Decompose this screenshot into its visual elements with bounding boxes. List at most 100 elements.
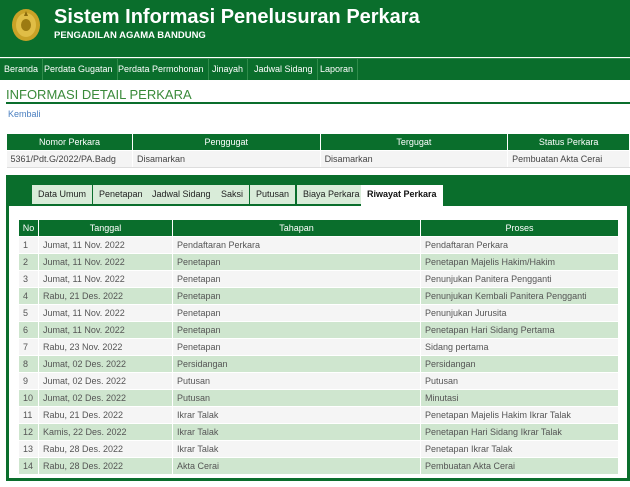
history-date: Jumat, 11 Nov. 2022 — [38, 270, 173, 288]
history-number: 5 — [18, 304, 39, 322]
history-stage: Penetapan — [172, 321, 421, 339]
history-process: Penetapan Hari Sidang Ikrar Talak — [420, 423, 619, 441]
history-stage: Putusan — [172, 372, 421, 390]
case-number: 5361/Pdt.G/2022/PA.Badg — [6, 150, 133, 168]
history-header-row: No Tanggal Tahapan Proses — [18, 219, 619, 237]
site-title: Sistem Informasi Penelusuran Perkara — [54, 6, 420, 28]
summary-row: 5361/Pdt.G/2022/PA.Badg Disamarkan Disam… — [6, 150, 630, 168]
table-row: 4 Rabu, 21 Des. 2022 Penetapan Penunjukan K… — [18, 287, 619, 305]
history-table: No Tanggal Tahapan Proses 1 Jumat, 11 Nov… — [18, 219, 619, 475]
history-number: 2 — [18, 253, 39, 271]
tab-jadwal-sidang[interactable]: Jadwal Sidang — [146, 185, 218, 204]
history-process: Penunjukan Panitera Pengganti — [420, 270, 619, 288]
nav-item-beranda[interactable]: Beranda — [0, 59, 44, 80]
table-row: 11 Rabu, 21 Des. 2022 Ikrar Talak Penetapan… — [18, 406, 619, 424]
history-date: Jumat, 11 Nov. 2022 — [38, 304, 173, 322]
header-tanggal: Tanggal — [38, 219, 173, 237]
table-row: 13 Rabu, 28 Des. 2022 Ikrar Talak Penetapan… — [18, 440, 619, 458]
history-number: 7 — [18, 338, 39, 356]
history-stage: Akta Cerai — [172, 457, 421, 475]
tab-putusan[interactable]: Putusan — [250, 185, 297, 204]
case-status: Pembuatan Akta Cerai — [507, 150, 630, 168]
header-tergugat: Tergugat — [319, 133, 509, 151]
page-title: INFORMASI DETAIL PERKARA — [6, 87, 192, 102]
court-emblem-icon — [12, 9, 40, 41]
history-date: Jumat, 02 Des. 2022 — [38, 389, 173, 407]
header-proses: Proses — [420, 219, 619, 237]
tab-saksi[interactable]: Saksi — [215, 185, 251, 204]
history-stage: Penetapan — [172, 338, 421, 356]
history-stage: Penetapan — [172, 287, 421, 305]
history-date: Rabu, 21 Des. 2022 — [38, 406, 173, 424]
site-header: Sistem Informasi Penelusuran Perkara PEN… — [0, 0, 630, 57]
table-row: 10 Jumat, 02 Des. 2022 Putusan Minutasi — [18, 389, 619, 407]
history-number: 1 — [18, 236, 39, 254]
history-date: Jumat, 11 Nov. 2022 — [38, 321, 173, 339]
history-number: 13 — [18, 440, 39, 458]
back-link[interactable]: Kembali — [8, 109, 41, 119]
tab-penetapan[interactable]: Penetapan — [93, 185, 150, 204]
tab-biaya-perkara[interactable]: Biaya Perkara — [297, 185, 367, 204]
history-date: Rabu, 28 Des. 2022 — [38, 457, 173, 475]
history-stage: Ikrar Talak — [172, 440, 421, 458]
nav-item-perdata-permohonan[interactable]: Perdata Permohonan — [114, 59, 209, 80]
table-row: 3 Jumat, 11 Nov. 2022 Penetapan Penunjukan … — [18, 270, 619, 288]
history-process: Penetapan Hari Sidang Pertama — [420, 321, 619, 339]
history-process: Persidangan — [420, 355, 619, 373]
history-table-body: 1 Jumat, 11 Nov. 2022 Pendaftaran Perkara P… — [18, 236, 619, 475]
history-number: 4 — [18, 287, 39, 305]
nav-item-jadwal-sidang[interactable]: Jadwal Sidang — [250, 59, 318, 80]
nav-item-laporan[interactable]: Laporan — [316, 59, 359, 80]
history-process: Pendaftaran Perkara — [420, 236, 619, 254]
history-stage: Ikrar Talak — [172, 423, 421, 441]
history-number: 6 — [18, 321, 39, 339]
history-date: Jumat, 11 Nov. 2022 — [38, 253, 173, 271]
history-process: Minutasi — [420, 389, 619, 407]
history-date: Rabu, 21 Des. 2022 — [38, 287, 173, 305]
header-nomor-perkara: Nomor Perkara — [6, 133, 133, 151]
table-row: 14 Rabu, 28 Des. 2022 Akta Cerai Pembuatan … — [18, 457, 619, 475]
history-date: Jumat, 11 Nov. 2022 — [38, 236, 173, 254]
header-no: No — [18, 219, 39, 237]
table-row: 9 Jumat, 02 Des. 2022 Putusan Putusan — [18, 372, 619, 390]
history-date: Rabu, 28 Des. 2022 — [38, 440, 173, 458]
detail-tab-panel: Data Umum Penetapan Jadwal Sidang Saksi … — [6, 175, 630, 481]
nav-item-perdata-gugatan[interactable]: Perdata Gugatan — [40, 59, 118, 80]
header-penggugat: Penggugat — [131, 133, 321, 151]
table-row: 6 Jumat, 11 Nov. 2022 Penetapan Penetapan H… — [18, 321, 619, 339]
history-date: Rabu, 23 Nov. 2022 — [38, 338, 173, 356]
history-stage: Pendaftaran Perkara — [172, 236, 421, 254]
history-process: Penetapan Majelis Hakim/Hakim — [420, 253, 619, 271]
nav-item-jinayah[interactable]: Jinayah — [208, 59, 249, 80]
history-process: Penunjukan Jurusita — [420, 304, 619, 322]
tab-data-umum[interactable]: Data Umum — [32, 185, 94, 204]
defendant: Disamarkan — [320, 150, 509, 168]
tab-content: No Tanggal Tahapan Proses 1 Jumat, 11 Nov… — [9, 206, 627, 478]
history-stage: Persidangan — [172, 355, 421, 373]
history-process: Putusan — [420, 372, 619, 390]
history-number: 9 — [18, 372, 39, 390]
history-number: 12 — [18, 423, 39, 441]
title-divider — [6, 102, 630, 104]
history-process: Sidang pertama — [420, 338, 619, 356]
history-number: 8 — [18, 355, 39, 373]
history-stage: Ikrar Talak — [172, 406, 421, 424]
tab-riwayat-perkara[interactable]: Riwayat Perkara — [361, 185, 444, 206]
history-stage: Penetapan — [172, 253, 421, 271]
history-stage: Penetapan — [172, 304, 421, 322]
history-process: Penetapan Majelis Hakim Ikrar Talak — [420, 406, 619, 424]
table-row: 5 Jumat, 11 Nov. 2022 Penetapan Penunjukan … — [18, 304, 619, 322]
table-row: 8 Jumat, 02 Des. 2022 Persidangan Persidang… — [18, 355, 619, 373]
table-row: 1 Jumat, 11 Nov. 2022 Pendaftaran Perkara P… — [18, 236, 619, 254]
case-summary-table: Nomor Perkara Penggugat Tergugat Status … — [6, 133, 630, 168]
history-process: Penetapan Ikrar Talak — [420, 440, 619, 458]
history-process: Pembuatan Akta Cerai — [420, 457, 619, 475]
table-row: 12 Kamis, 22 Des. 2022 Ikrar Talak Penetapa… — [18, 423, 619, 441]
history-process: Penunjukan Kembali Panitera Pengganti — [420, 287, 619, 305]
summary-header-row: Nomor Perkara Penggugat Tergugat Status … — [6, 133, 630, 151]
header-tahapan: Tahapan — [172, 219, 421, 237]
site-subtitle: PENGADILAN AGAMA BANDUNG — [54, 30, 206, 41]
history-stage: Penetapan — [172, 270, 421, 288]
history-number: 14 — [18, 457, 39, 475]
history-number: 10 — [18, 389, 39, 407]
